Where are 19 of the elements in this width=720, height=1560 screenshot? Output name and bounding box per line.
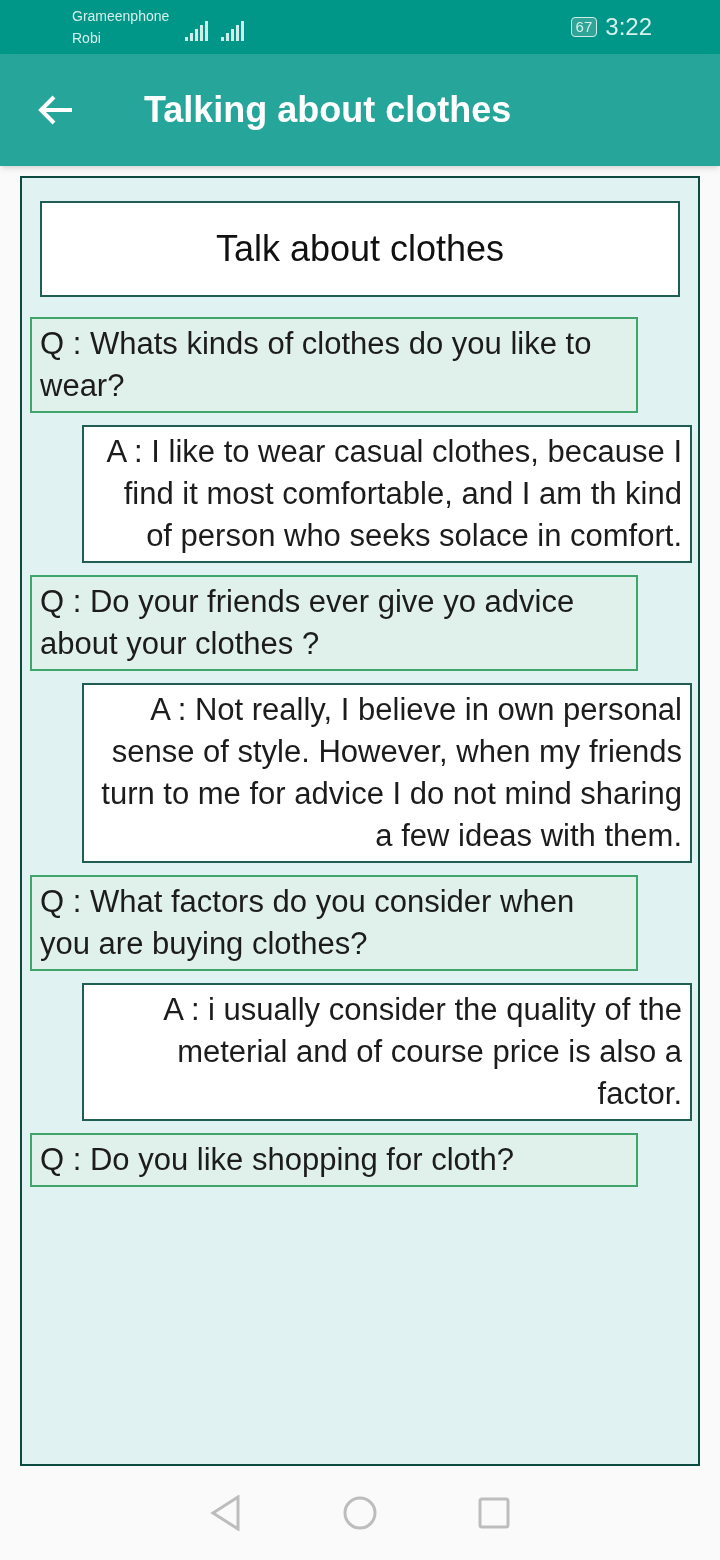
- recents-nav-icon[interactable]: [478, 1497, 510, 1529]
- answer-text: A : i usually consider the quality of the meterial and of course price is also a factor.: [162, 991, 682, 1113]
- clock: 3:22: [605, 12, 652, 42]
- question-text: Q : Do your friends ever give yo advice about your clothes ?: [40, 583, 576, 663]
- battery-icon: 67: [570, 17, 598, 37]
- back-arrow-icon: [38, 94, 74, 126]
- signal-icon: [221, 21, 246, 41]
- answer-text: A : Not really, I believe in own personal sense of style. However, when my friends turn to me for advice I do not mind sharing a few ideas with them.: [100, 691, 682, 855]
- carrier-name: Grameenphone: [72, 7, 170, 26]
- question-text: Q : What factors do you consider when you are buying clothes?: [40, 883, 576, 963]
- screen-title: Talking about clothes: [144, 88, 512, 132]
- question-text: Q : Do you like shopping for cloth?: [40, 1141, 515, 1179]
- signal-icon: [185, 21, 210, 41]
- answer-text: A : I like to wear casual clothes, because I find it most comfortable, and I am th kind of person who seeks solace in comfort.: [105, 433, 682, 555]
- carrier-name: Robi: [72, 29, 102, 48]
- heading-text: Talk about clothes: [215, 227, 505, 271]
- home-nav-icon[interactable]: [342, 1495, 378, 1531]
- question-text: Q : Whats kinds of clothes do you like to wear?: [40, 325, 593, 405]
- back-nav-icon[interactable]: [210, 1495, 242, 1531]
